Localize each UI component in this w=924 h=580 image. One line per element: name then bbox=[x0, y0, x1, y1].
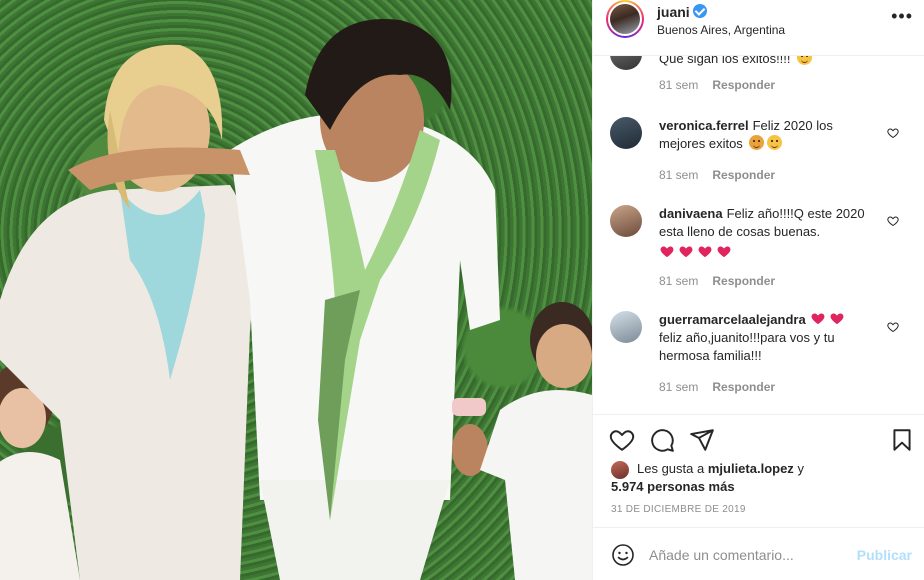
author-username[interactable]: juani bbox=[657, 4, 690, 20]
liker-avatar[interactable] bbox=[611, 461, 629, 479]
comment-text: Que sigan los exitos!!!! bbox=[659, 56, 795, 66]
red-heart-icon bbox=[679, 246, 693, 258]
like-heart-icon[interactable] bbox=[609, 427, 635, 453]
post-location[interactable]: Buenos Aires, Argentina bbox=[657, 23, 785, 37]
publish-button[interactable]: Publicar bbox=[857, 547, 912, 563]
verified-badge-icon bbox=[693, 4, 707, 18]
red-hearts-emoji bbox=[810, 312, 848, 327]
post-side-panel: juani Buenos Aires, Argentina ••• Que si… bbox=[592, 0, 924, 580]
red-heart-icon bbox=[811, 313, 825, 325]
comment-avatar[interactable] bbox=[610, 117, 642, 149]
red-heart-icon bbox=[717, 246, 731, 258]
reply-button[interactable]: Responder bbox=[712, 380, 775, 394]
comment-avatar[interactable] bbox=[610, 56, 642, 70]
comment-avatar[interactable] bbox=[610, 311, 642, 343]
comment-username[interactable]: guerramarcelaalejandra bbox=[659, 312, 806, 327]
post-photo[interactable] bbox=[0, 0, 592, 580]
share-paper-plane-icon[interactable] bbox=[689, 427, 715, 453]
comment-username[interactable]: danivaena bbox=[659, 206, 723, 221]
like-comment-heart-icon[interactable] bbox=[887, 321, 899, 333]
post-actions bbox=[593, 414, 924, 462]
red-heart-icon bbox=[660, 246, 674, 258]
smiling-face-emoji bbox=[767, 135, 783, 150]
red-hearts-emoji bbox=[659, 244, 881, 262]
liker-username[interactable]: mjulieta.lopez bbox=[708, 461, 794, 476]
comment-time[interactable]: 81 sem bbox=[659, 274, 698, 288]
comment-text: feliz año,juanito!!!para vos y tu hermos… bbox=[659, 330, 835, 363]
comment-bubble-icon[interactable] bbox=[649, 427, 675, 453]
more-options-icon[interactable]: ••• bbox=[891, 7, 913, 25]
likes-count[interactable]: 5.974 personas más bbox=[611, 478, 735, 496]
comment-avatar[interactable] bbox=[610, 205, 642, 237]
avatar-image bbox=[610, 4, 640, 34]
post-header: juani Buenos Aires, Argentina ••• bbox=[593, 0, 924, 56]
party-popper-emoji bbox=[749, 135, 765, 150]
author-avatar[interactable] bbox=[606, 0, 644, 38]
likes-suffix: y bbox=[797, 461, 804, 476]
reply-button[interactable]: Responder bbox=[712, 274, 775, 288]
comment-time[interactable]: 81 sem bbox=[659, 78, 698, 92]
smiling-face-emoji bbox=[797, 56, 813, 65]
comment-username[interactable]: veronica.ferrel bbox=[659, 118, 749, 133]
post-date[interactable]: 31 DE DICIEMBRE DE 2019 bbox=[611, 504, 746, 515]
comment-time[interactable]: 81 sem bbox=[659, 168, 698, 182]
red-heart-icon bbox=[698, 246, 712, 258]
likes-prefix: Les gusta a bbox=[637, 461, 705, 476]
comments-list[interactable]: Que sigan los exitos!!!! 81 sem Responder… bbox=[593, 56, 924, 414]
red-heart-icon bbox=[830, 313, 844, 325]
comment-composer: Publicar bbox=[593, 527, 924, 580]
save-bookmark-icon[interactable] bbox=[889, 427, 915, 453]
comment-time[interactable]: 81 sem bbox=[659, 380, 698, 394]
reply-button[interactable]: Responder bbox=[712, 78, 775, 92]
emoji-smile-icon[interactable] bbox=[611, 543, 635, 567]
photo-illustration bbox=[0, 18, 592, 580]
like-comment-heart-icon[interactable] bbox=[887, 215, 899, 227]
like-comment-heart-icon[interactable] bbox=[887, 127, 899, 139]
reply-button[interactable]: Responder bbox=[712, 168, 775, 182]
comment-input[interactable] bbox=[649, 542, 849, 568]
